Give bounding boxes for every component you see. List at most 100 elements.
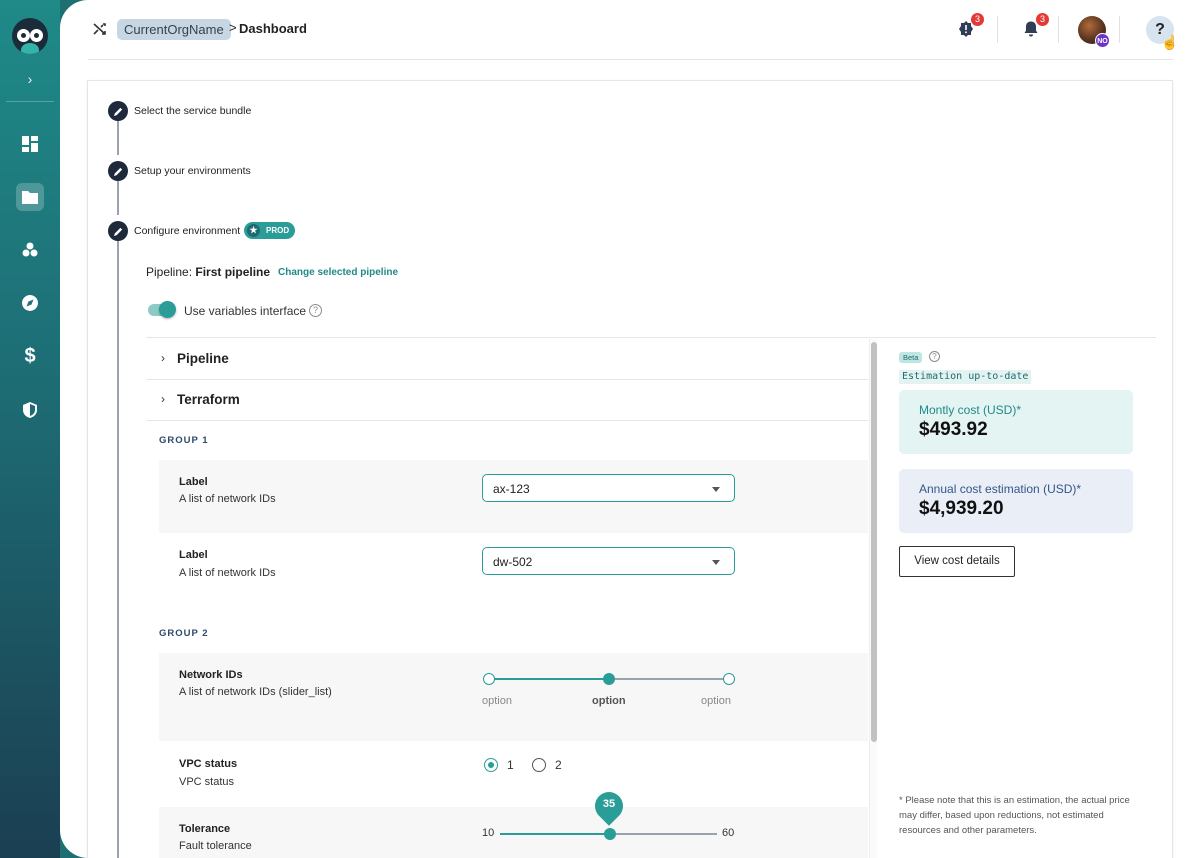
tolerance-value: 35 [602, 798, 616, 810]
breadcrumb-separator: > [229, 20, 237, 35]
variables-interface-label: Use variables interface [184, 304, 307, 318]
help-circle-icon[interactable]: ? [929, 351, 940, 362]
variable-label: Label [179, 549, 208, 561]
slider-option-label: option [701, 695, 731, 707]
slider-track-inactive [609, 678, 729, 680]
radio-label: 1 [507, 758, 514, 772]
alerts-button[interactable]: 3 [955, 13, 984, 40]
variable-label: Label [179, 476, 208, 488]
variable-row: Label A list of network IDs ax-123 [159, 460, 868, 533]
environment-tag-label: PROD [266, 226, 290, 235]
vpc-status-radio-2[interactable] [532, 758, 546, 772]
slider-option-node-selected[interactable] [603, 673, 615, 685]
variable-description: A list of network IDs [179, 567, 276, 579]
tolerance-min: 10 [482, 827, 495, 839]
sidebar-item-security[interactable] [16, 396, 44, 424]
toggle-knob [159, 301, 176, 318]
sidebar-item-billing[interactable]: $ [16, 342, 44, 370]
config-scrollbar[interactable] [869, 339, 877, 858]
annual-cost-value: $4,939.20 [919, 498, 1004, 519]
chevron-right-icon[interactable]: › [20, 70, 40, 88]
accordion-title: Terraform [177, 392, 240, 407]
header-divider [1119, 16, 1120, 43]
star-icon: ★ [247, 224, 260, 237]
slider-track-inactive [610, 833, 717, 835]
accordion-title: Pipeline [177, 351, 229, 366]
accordion-terraform[interactable]: › Terraform [146, 380, 868, 421]
view-cost-details-button[interactable]: View cost details [899, 546, 1015, 577]
cubes-icon [22, 242, 38, 257]
owl-logo-icon[interactable] [12, 18, 48, 54]
sidebar-item-projects[interactable] [16, 183, 44, 211]
chevron-right-icon: › [161, 392, 165, 406]
shield-icon [23, 402, 37, 418]
variable-label: Network IDs [179, 669, 243, 681]
slider-option-node[interactable] [483, 673, 495, 685]
slider-option-label: option [482, 695, 512, 707]
header-divider [997, 16, 998, 43]
select-value: dw-502 [493, 555, 533, 569]
notifications-count-badge: 3 [1036, 13, 1049, 26]
shuffle-icon[interactable] [92, 21, 108, 37]
sidebar-item-dashboard[interactable] [16, 130, 44, 158]
scrollbar-thumb[interactable] [871, 342, 877, 742]
group-title: GROUP 2 [159, 628, 209, 639]
accordion-pipeline[interactable]: › Pipeline [146, 339, 868, 380]
sidebar-item-components[interactable] [16, 236, 44, 264]
environment-tag: ★ PROD [244, 222, 295, 239]
step-1-label: Select the service bundle [134, 105, 252, 117]
dashboard-icon [22, 136, 38, 152]
change-pipeline-link[interactable]: Change selected pipeline [278, 267, 398, 278]
compass-icon [22, 295, 39, 311]
pipeline-summary: Pipeline: First pipeline [146, 265, 270, 279]
annual-cost-label: Annual cost estimation (USD)* [919, 482, 1082, 496]
vpc-status-radio-1[interactable] [484, 758, 498, 772]
notifications-button[interactable]: 3 [1020, 13, 1049, 40]
step-2-label: Setup your environments [134, 165, 251, 177]
pointer-cursor-icon: ☝ [1161, 34, 1179, 50]
variable-row: Label A list of network IDs dw-502 [159, 533, 868, 606]
step-1-edit-icon[interactable] [108, 101, 128, 121]
step-connector [117, 181, 119, 215]
folder-icon [22, 191, 38, 204]
help-circle-icon[interactable]: ? [309, 304, 322, 317]
select-value: ax-123 [493, 482, 530, 496]
variables-interface-toggle[interactable] [148, 301, 176, 318]
monthly-cost-value: $493.92 [919, 419, 988, 440]
sidebar-divider [6, 101, 54, 102]
step-3-edit-icon[interactable] [108, 221, 128, 241]
caret-down-icon [712, 560, 720, 565]
cost-footnote: * Please note that this is an estimation… [899, 795, 1130, 836]
chevron-right-icon: › [161, 351, 165, 365]
main-panel: CurrentOrgName > Dashboard 3 3 NO ? ☝ Se… [60, 0, 1200, 858]
step-3-label: Configure environment [134, 225, 241, 237]
step-connector [117, 241, 119, 858]
slider-option-label-selected: option [592, 695, 626, 707]
monthly-cost-label: Montly cost (USD)* [919, 403, 1022, 417]
slider-track-active [500, 833, 610, 835]
tolerance-row: Tolerance Fault tolerance 10 35 60 [159, 786, 868, 858]
network-id-select[interactable]: ax-123 [482, 474, 735, 502]
pipeline-name: First pipeline [195, 265, 271, 279]
avatar-initials: NO [1095, 33, 1110, 48]
sidebar: › $ [0, 0, 60, 858]
radio-label: 2 [555, 758, 562, 772]
wizard-card: Select the service bundle Setup your env… [87, 80, 1173, 858]
network-id-select[interactable]: dw-502 [482, 547, 735, 575]
caret-down-icon [712, 487, 720, 492]
slider-option-node[interactable] [723, 673, 735, 685]
user-avatar[interactable]: NO [1078, 16, 1110, 48]
step-2-edit-icon[interactable] [108, 161, 128, 181]
sidebar-item-explore[interactable] [16, 289, 44, 317]
dollar-icon: $ [24, 344, 36, 367]
variable-description: A list of network IDs (slider_list) [179, 686, 332, 698]
tolerance-slider-handle[interactable] [604, 828, 616, 840]
alerts-count-badge: 3 [971, 13, 984, 26]
monthly-cost-card: Montly cost (USD)* $493.92 [899, 390, 1133, 454]
section-divider [146, 337, 1156, 338]
annual-cost-card: Annual cost estimation (USD)* $4,939.20 [899, 469, 1133, 533]
page-title: Dashboard [239, 21, 307, 36]
beta-badge: Beta [899, 352, 923, 363]
variable-label: Tolerance [179, 823, 231, 835]
breadcrumb-org[interactable]: CurrentOrgName [117, 19, 231, 40]
